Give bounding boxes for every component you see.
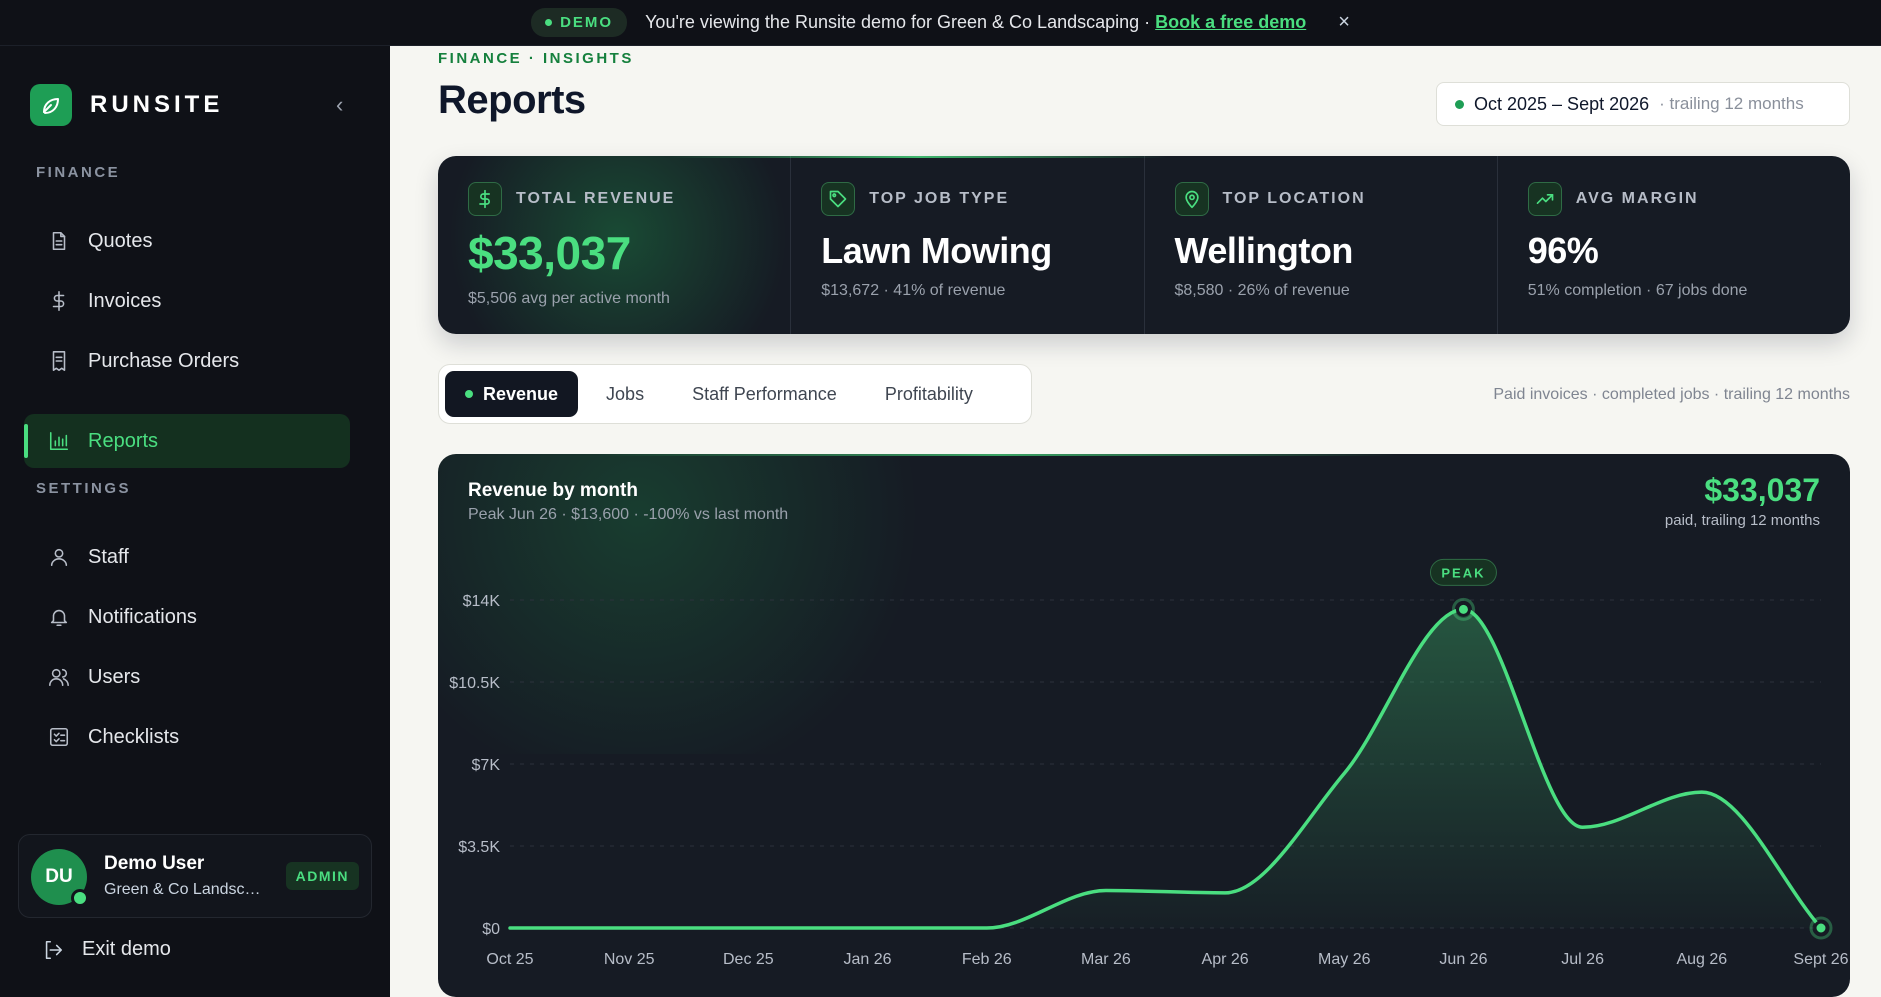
y-tick-label: $10.5K [449,675,500,692]
kpi-value: 96% [1527,230,1599,271]
tabs-meta: Paid invoices · completed jobs · trailin… [1493,386,1850,403]
y-tick-label: $7K [472,757,501,774]
kpi-sub: $8,580 · 26% of revenue [1174,282,1350,299]
brand[interactable]: RUNSITE [30,84,223,126]
settings-section-label: SETTINGS [36,480,132,497]
sidebar-item-checklists[interactable]: Checklists [24,710,350,764]
main-content: FINANCE · INSIGHTS Reports Oct 2025 – Se… [390,46,1881,997]
location-pin-icon [1174,182,1209,216]
kpi-value: $33,037 [468,227,631,279]
finance-section-label: FINANCE [36,164,121,181]
brand-name: RUNSITE [90,91,224,118]
x-tick-label: Dec 25 [723,951,774,968]
leaf-logo-icon [30,84,72,126]
user-icon [50,548,68,567]
kpi-sub: 51% completion · 67 jobs done [1527,282,1748,299]
tab-profitability[interactable]: Profitability [865,371,993,417]
exit-demo-button[interactable]: Exit demo [42,938,171,961]
x-tick-label: Feb 26 [962,951,1012,968]
kpi-strip: TOTAL REVENUE $33,037 $5,506 avg per act… [438,156,1850,334]
tag-icon [821,182,856,216]
logout-icon [45,940,63,959]
trending-up-icon [1527,182,1562,216]
kpi-top-location: TOP LOCATION Wellington $8,580 · 26% of … [1145,156,1498,334]
user-org: Green & Co Landscaping [104,881,269,898]
sidebar: RUNSITE ‹ FINANCE Quotes Invoices Purcha… [0,46,390,997]
demo-badge: DEMO [531,8,628,37]
kpi-total-revenue: TOTAL REVENUE $33,037 $5,506 avg per act… [438,156,792,334]
x-tick-label: Aug 26 [1676,951,1727,968]
x-tick-label: Nov 25 [604,951,655,968]
x-tick-label: Oct 25 [486,951,533,968]
breadcrumb: FINANCE · INSIGHTS [438,50,634,67]
checklist-icon [49,727,69,747]
revenue-chart: $0 $3.5K $7K $10.5K $14K Oct 25 Nov 25 Dec 25 Ja… [449,558,1849,968]
kpi-avg-margin: AVG MARGIN 96% 51% completion · 67 jobs … [1498,156,1850,334]
online-status-icon [71,889,89,907]
close-icon[interactable]: × [1338,11,1350,34]
y-tick-label: $3.5K [458,839,500,856]
report-tabs: Revenue Jobs Staff Performance Profitabi… [438,364,1032,424]
kpi-value: Wellington [1174,230,1354,271]
sidebar-item-notifications[interactable]: Notifications [24,590,350,644]
demo-banner: DEMO You're viewing the Runsite demo for… [0,0,1881,46]
page-title: Reports [438,78,586,122]
revenue-chart-card: $0 $3.5K $7K $10.5K $14K Oct 25 Nov 25 Dec 25 Ja… [438,454,1850,997]
range-dot-icon [1455,99,1464,109]
demo-message: You're viewing the Runsite demo for Gree… [645,12,1307,32]
peak-label: PEAK [1429,558,1497,586]
peak-text: PEAK [1441,565,1485,580]
user-card[interactable]: DU Demo User Green & Co Landscaping ADMI… [18,834,372,918]
kpi-sub: $13,672 · 41% of revenue [821,282,1006,299]
data-point[interactable] [1813,920,1829,936]
kpi-top-job-type: TOP JOB TYPE Lawn Mowing $13,672 · 41% o… [791,156,1145,334]
active-dot-icon [465,390,473,398]
book-demo-link[interactable]: Book a free demo [1155,12,1306,32]
date-range-picker[interactable]: Oct 2025 – Sept 2026 · trailing 12 month… [1436,82,1850,126]
sidebar-item-reports[interactable]: Reports [24,414,350,468]
tab-staff-performance[interactable]: Staff Performance [672,371,857,417]
chart-total: $33,037 [1704,472,1820,508]
sidebar-item-purchase-orders[interactable]: Purchase Orders [24,334,350,388]
tab-revenue[interactable]: Revenue [445,371,579,417]
dollar-icon [468,182,502,216]
revenue-area [510,609,1821,928]
dollar-icon [52,291,65,311]
users-icon [49,668,69,687]
x-tick-label: May 26 [1318,951,1371,968]
collapse-sidebar-icon[interactable]: ‹ [336,92,343,118]
chart-subtitle: Peak Jun 26 · $13,600 · -100% vs last mo… [468,506,789,523]
role-badge: ADMIN [285,862,359,890]
y-tick-label: $14K [463,593,501,610]
tab-jobs[interactable]: Jobs [586,371,664,417]
kpi-value: Lawn Mowing [821,230,1052,271]
x-tick-label: Apr 26 [1202,951,1249,968]
bell-icon [50,609,68,627]
kpi-sub: $5,506 avg per active month [468,290,670,307]
x-tick-label: Jun 26 [1439,951,1487,968]
sidebar-item-staff[interactable]: Staff [24,530,350,584]
chart-total-sub: paid, trailing 12 months [1664,512,1820,529]
sidebar-item-quotes[interactable]: Quotes [24,214,350,268]
range-dates: Oct 2025 – Sept 2026 [1474,93,1650,114]
data-point[interactable] [1455,601,1471,617]
sidebar-item-invoices[interactable]: Invoices [24,274,350,328]
receipt-icon [52,351,66,371]
x-tick-label: Jul 26 [1561,951,1604,968]
sidebar-item-users[interactable]: Users [24,650,350,704]
document-icon [52,231,66,251]
chart-title: Revenue by month [468,480,638,501]
x-tick-label: Mar 26 [1081,951,1131,968]
user-name: Demo User [104,853,205,874]
x-tick-label: Sept 26 [1793,951,1848,968]
y-tick-label: $0 [482,921,500,938]
bar-chart-icon [49,431,69,451]
range-note: · trailing 12 months [1659,94,1804,113]
x-tick-label: Jan 26 [844,951,892,968]
avatar: DU [31,849,89,907]
